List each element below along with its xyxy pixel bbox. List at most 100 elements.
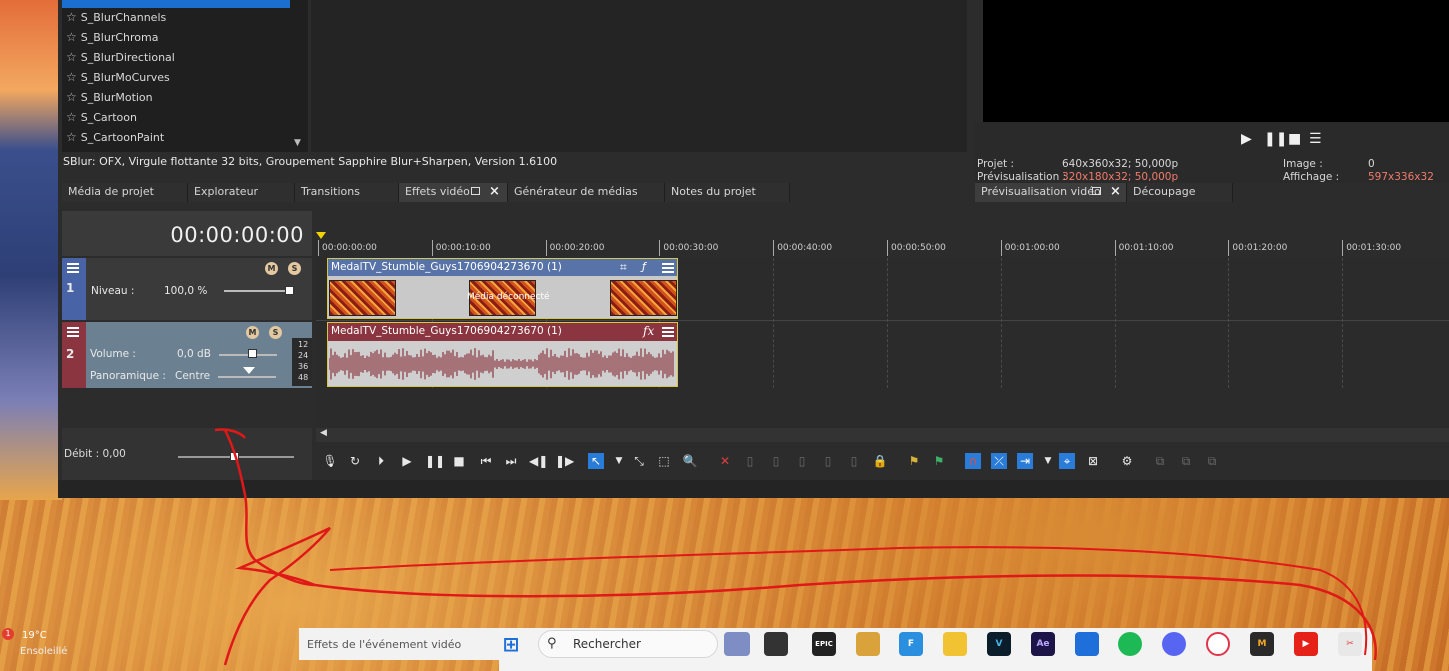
after-effects-icon[interactable]: Ae (1031, 632, 1055, 656)
lock-envelopes-icon[interactable]: ⌖ (1059, 453, 1075, 469)
video-clip-header[interactable]: MedalTV_Stumble_Guys1706904273670 (1) ⌗ … (328, 259, 677, 276)
settings-icon[interactable]: ⚙ (1119, 453, 1135, 469)
lock-icon[interactable]: 🔒 (872, 453, 888, 469)
app-f-icon[interactable]: F (899, 632, 923, 656)
loop-icon[interactable]: ↻ (347, 453, 363, 469)
crop-icon[interactable]: ⌗ (620, 260, 627, 275)
empty-track-area[interactable] (316, 388, 1449, 428)
play-icon[interactable]: ▶ (399, 453, 415, 469)
list-item[interactable]: ☆ S_CartoonPaint (66, 127, 164, 147)
clip-menu-icon[interactable] (662, 263, 674, 273)
stop-icon[interactable]: ■ (451, 453, 467, 469)
tab-trimmer[interactable]: Découpage (1127, 183, 1233, 202)
star-icon[interactable]: ☆ (66, 110, 77, 124)
next-frame-icon[interactable]: ❚▶ (555, 453, 574, 469)
star-icon[interactable]: ☆ (66, 70, 77, 84)
pause-icon[interactable]: ❚❚ (425, 453, 445, 469)
fx-search-field[interactable]: Effets de l'événement vidéo (299, 628, 499, 660)
record-icon[interactable]: 🎙 (322, 453, 338, 469)
auto-crossfade-icon[interactable]: ⤫ (991, 453, 1007, 469)
level-slider-knob[interactable] (285, 286, 294, 295)
close-icon[interactable]: × (1110, 183, 1121, 201)
play-icon[interactable]: ▶ (1241, 131, 1252, 147)
track-menu-icon[interactable] (67, 327, 79, 337)
undock-icon[interactable] (471, 187, 480, 195)
menu-icon[interactable]: ☰ (1309, 131, 1322, 147)
chevron-down-icon[interactable]: ▼ (611, 453, 627, 469)
normal-edit-tool-icon[interactable]: ↖ (588, 453, 604, 469)
vegas-icon[interactable]: V (987, 632, 1011, 656)
region-icon[interactable]: ⚑ (931, 453, 947, 469)
solo-icon[interactable]: S (269, 326, 282, 339)
previous-frame-icon[interactable]: ◀❚ (529, 453, 548, 469)
file-explorer-icon[interactable] (943, 632, 967, 656)
go-to-end-icon[interactable]: ⏭ (503, 453, 519, 469)
ignore-grouping-icon[interactable]: ⊠ (1085, 453, 1101, 469)
volume-value: 0,0 dB (177, 348, 211, 360)
list-item[interactable]: ☆ S_BlurDirectional (66, 47, 175, 67)
snap-icon[interactable]: ∩ (965, 453, 981, 469)
tab-project-notes[interactable]: Notes du projet (665, 183, 790, 202)
auto-ripple-icon[interactable]: ⇥ (1017, 453, 1033, 469)
scroll-down-icon[interactable]: ▼ (294, 138, 306, 150)
scroll-left-icon[interactable]: ◀ (320, 428, 327, 438)
game-icon[interactable] (856, 632, 880, 656)
app-icon[interactable] (764, 632, 788, 656)
close-icon[interactable]: × (489, 183, 500, 201)
stop-icon[interactable]: ■ (1288, 131, 1301, 147)
discord-icon[interactable] (1162, 632, 1186, 656)
tab-project-media[interactable]: Média de projet (62, 183, 188, 202)
desktop-widget-icon[interactable] (724, 632, 750, 656)
solo-icon[interactable]: S (288, 262, 301, 275)
tab-video-preview[interactable]: Prévisualisation vidéo × (975, 183, 1127, 202)
snipping-tool-icon[interactable]: ✂ (1338, 632, 1362, 656)
youtube-icon[interactable]: ▶ (1294, 632, 1318, 656)
list-item[interactable]: ☆ S_BlurChroma (66, 27, 158, 47)
audio-clip-header[interactable]: MedalTV_Stumble_Guys1706904273670 (1) fx (328, 323, 677, 341)
tab-video-fx[interactable]: Effets vidéo × (399, 183, 508, 202)
delete-icon[interactable]: ✕ (717, 453, 733, 469)
horizontal-scrollbar[interactable]: ◀ (316, 428, 1449, 442)
pan-slider-knob[interactable] (243, 367, 255, 374)
spotify-icon[interactable] (1118, 632, 1142, 656)
list-item[interactable]: ☆ S_BlurMotion (66, 87, 153, 107)
undock-icon[interactable] (1092, 187, 1101, 195)
star-icon[interactable]: ☆ (66, 130, 77, 144)
list-item[interactable]: ☆ S_BlurMoCurves (66, 67, 170, 87)
fx-icon[interactable]: fx (643, 324, 654, 338)
list-item[interactable]: ☆ S_BlurChannels (66, 7, 166, 27)
pause-icon[interactable]: ❚❚ (1264, 131, 1287, 147)
star-icon[interactable]: ☆ (66, 90, 77, 104)
star-icon[interactable]: ☆ (66, 30, 77, 44)
go-to-start-icon[interactable]: ⏮ (478, 453, 494, 469)
pan-slider-track[interactable] (218, 376, 276, 378)
zoom-tool-icon[interactable]: 🔍 (682, 453, 698, 469)
fx-icon[interactable]: ƒ (642, 260, 646, 273)
star-icon[interactable]: ☆ (66, 10, 77, 24)
track-menu-icon[interactable] (67, 263, 79, 273)
rate-slider-knob[interactable] (230, 452, 239, 461)
store-icon[interactable] (1075, 632, 1099, 656)
mute-icon[interactable]: M (265, 262, 278, 275)
selection-tool-icon[interactable]: ⬚ (656, 453, 672, 469)
mute-icon[interactable]: M (246, 326, 259, 339)
medal-icon[interactable]: M (1250, 632, 1274, 656)
epic-games-icon[interactable]: EPIC (812, 632, 836, 656)
volume-slider-knob[interactable] (248, 349, 257, 358)
tab-media-generators[interactable]: Générateur de médias (508, 183, 665, 202)
taskbar-search-button[interactable]: ⚲ Rechercher (538, 630, 718, 658)
chevron-down-icon[interactable]: ▼ (1040, 453, 1056, 469)
envelope-tool-icon[interactable]: ⤡ (631, 453, 647, 469)
play-from-start-icon[interactable]: ⏵ (373, 453, 389, 469)
tab-transitions[interactable]: Transitions (295, 183, 399, 202)
playhead-marker[interactable] (316, 232, 326, 239)
level-slider-track[interactable] (224, 290, 292, 292)
windows-start-icon[interactable]: ⊞ (499, 632, 523, 656)
tab-explorer[interactable]: Explorateur (188, 183, 295, 202)
star-icon[interactable]: ☆ (66, 50, 77, 64)
effect-description: SBlur: OFX, Virgule flottante 32 bits, G… (63, 155, 558, 168)
opera-icon[interactable] (1206, 632, 1230, 656)
clip-menu-icon[interactable] (662, 327, 674, 337)
marker-icon[interactable]: ⚑ (906, 453, 922, 469)
list-item[interactable]: ☆ S_Cartoon (66, 107, 137, 127)
